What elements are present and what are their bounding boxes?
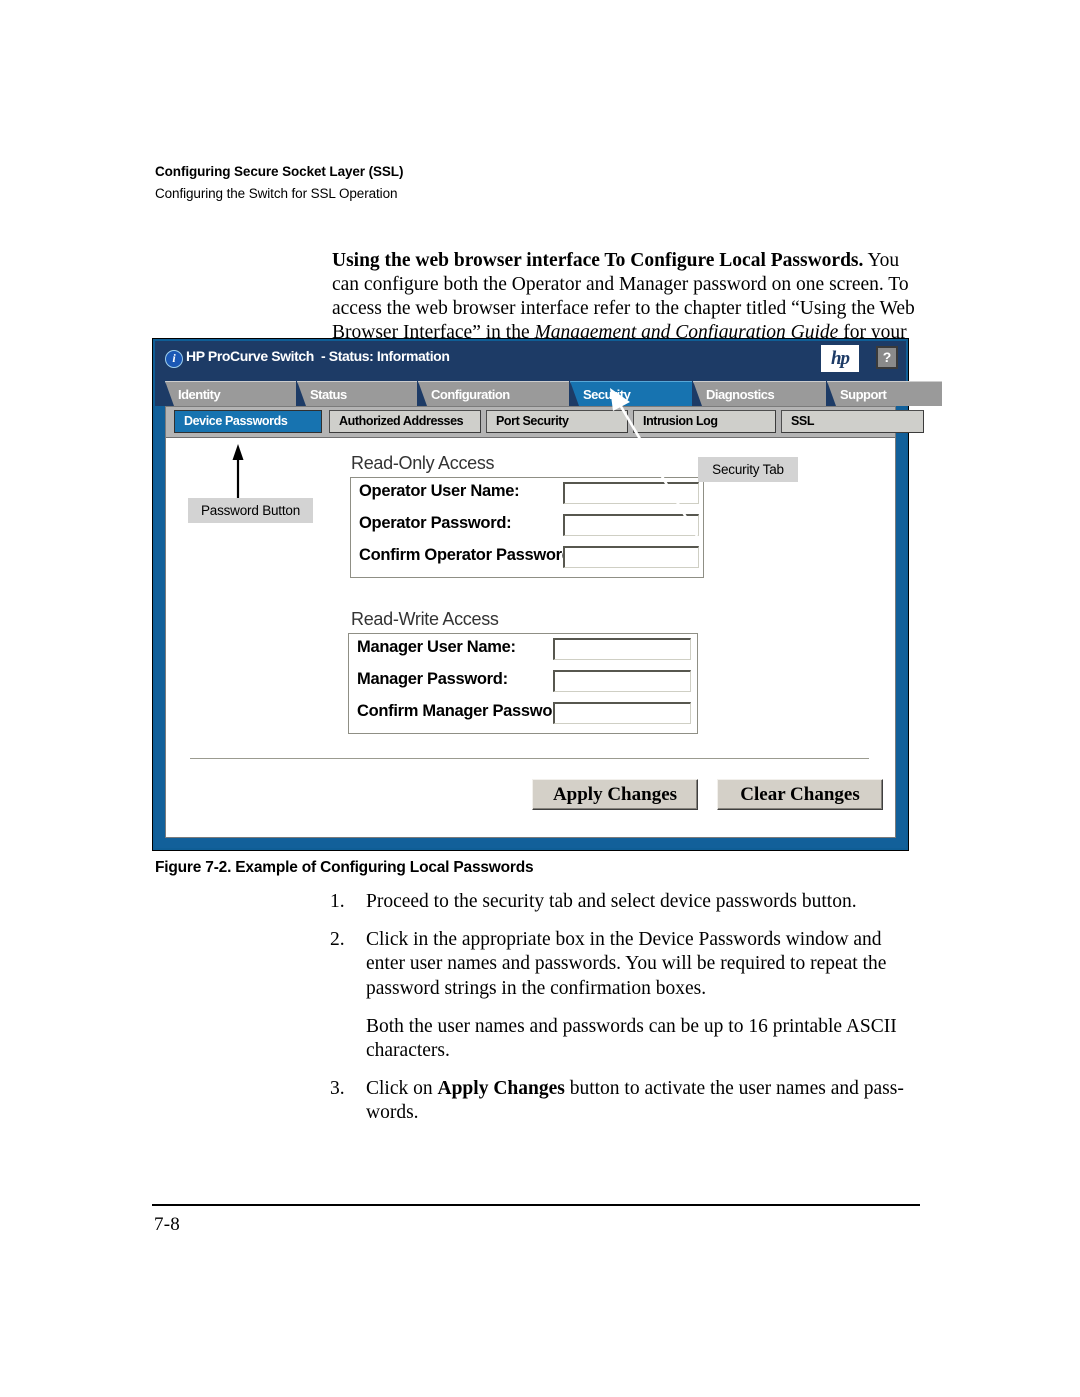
- main-tab-label: Diagnostics: [706, 387, 775, 402]
- input-confirm-operator-password[interactable]: [563, 546, 699, 568]
- main-tab-diagnostics[interactable]: Diagnostics: [693, 381, 826, 406]
- label-manager-password: Manager Password:: [357, 670, 508, 688]
- step-3: 3. Click on Apply Changes button to activ…: [330, 1077, 925, 1125]
- page-number: 7-8: [154, 1214, 180, 1235]
- step-text-pre: Click on: [366, 1078, 438, 1100]
- ui-screenshot-figure: i HP ProCurve Switch - Status: Informati…: [152, 338, 942, 851]
- subtab-label: Port Security: [496, 414, 569, 428]
- hp-logo-icon: hp: [821, 345, 859, 372]
- main-tab-label: Support: [840, 387, 887, 402]
- readwrite-fieldbox: Manager User Name: Manager Password: Con…: [348, 633, 698, 734]
- main-tab-security[interactable]: Security: [570, 381, 692, 406]
- field-row-confirm-manager-password: Confirm Manager Password:: [349, 698, 697, 730]
- step-text-emphasis: Apply Changes: [437, 1078, 565, 1100]
- step-paragraph: Click in the appropriate box in the Devi…: [366, 929, 887, 999]
- subtab-device-passwords[interactable]: Device Passwords: [174, 410, 322, 433]
- step-paragraph: Both the user names and passwords can be…: [366, 1015, 897, 1062]
- step-1: 1. Proceed to the security tab and select…: [330, 890, 925, 914]
- input-confirm-manager-password[interactable]: [553, 702, 691, 724]
- field-row-operator-password: Operator Password:: [351, 510, 703, 542]
- field-row-manager-password: Manager Password:: [349, 666, 697, 698]
- main-tab-status[interactable]: Status: [297, 381, 417, 406]
- readwrite-group-label: Read-Write Access: [351, 609, 499, 629]
- main-tab-configuration[interactable]: Configuration: [418, 381, 569, 406]
- step-paragraph: Proceed to the security tab and select d…: [366, 891, 857, 912]
- field-row-manager-username: Manager User Name:: [349, 634, 697, 666]
- procurve-web-window: i HP ProCurve Switch - Status: Informati…: [152, 338, 942, 851]
- label-operator-password: Operator Password:: [359, 514, 512, 532]
- action-divider: [190, 758, 869, 759]
- step-2: 2. Click in the appropriate box in the De…: [330, 928, 925, 1063]
- procedure-steps: 1. Proceed to the security tab and select…: [330, 890, 925, 1140]
- callout-password-button: Password Button: [188, 498, 313, 523]
- subtab-label: SSL: [791, 414, 815, 428]
- info-icon: i: [165, 350, 183, 368]
- main-tab-support[interactable]: Support: [827, 381, 942, 406]
- readonly-fieldbox: Operator User Name: Operator Password: C…: [350, 477, 704, 578]
- subtab-label: Authorized Addresses: [339, 414, 464, 428]
- status-text: - Status: Information: [321, 348, 450, 364]
- step-number: 1.: [330, 891, 345, 912]
- running-header-chapter: Configuring Secure Socket Layer (SSL): [155, 164, 404, 179]
- input-manager-password[interactable]: [553, 670, 691, 692]
- window-blue-frame: i HP ProCurve Switch - Status: Informati…: [155, 341, 942, 848]
- subtab-intrusion-log[interactable]: Intrusion Log: [633, 410, 776, 433]
- apply-changes-button[interactable]: Apply Changes: [532, 779, 698, 810]
- hp-logo-text: hp: [830, 348, 850, 369]
- readonly-group-label: Read-Only Access: [351, 453, 495, 473]
- main-tab-strip: Identity Status Configuration Security Diagn…: [155, 377, 942, 406]
- running-header-section: Configuring the Switch for SSL Operation: [155, 186, 398, 201]
- main-tab-label: Identity: [178, 387, 221, 402]
- intro-lead: Using the web browser interface To Confi…: [332, 249, 864, 271]
- callout-security-tab: Security Tab: [698, 457, 798, 482]
- subtab-authorized-addresses[interactable]: Authorized Addresses: [329, 410, 481, 433]
- label-operator-username: Operator User Name:: [359, 482, 520, 500]
- security-subtab-bar: Device Passwords Authorized Addresses Port…: [166, 407, 924, 438]
- field-row-confirm-operator-password: Confirm Operator Password:: [351, 542, 703, 574]
- window-titlebar: i HP ProCurve Switch - Status: Informati…: [155, 341, 906, 377]
- step-number: 3.: [330, 1078, 345, 1100]
- step-paragraph: Click on Apply Changes button to activat…: [366, 1077, 925, 1125]
- main-tab-label: Configuration: [431, 387, 510, 402]
- input-operator-password[interactable]: [563, 514, 699, 536]
- clear-changes-button[interactable]: Clear Changes: [717, 779, 883, 810]
- help-button[interactable]: ?: [876, 346, 898, 369]
- main-tab-identity[interactable]: Identity: [165, 381, 296, 406]
- label-manager-username: Manager User Name:: [357, 638, 516, 656]
- input-manager-username[interactable]: [553, 638, 691, 660]
- main-tab-label: Security: [583, 387, 631, 402]
- input-operator-username[interactable]: [563, 482, 699, 504]
- subtab-port-security[interactable]: Port Security: [486, 410, 628, 433]
- subtab-label: Intrusion Log: [643, 414, 718, 428]
- label-confirm-operator-password: Confirm Operator Password:: [359, 546, 577, 564]
- footer-rule: [152, 1204, 920, 1206]
- app-title: HP ProCurve Switch: [186, 348, 314, 364]
- label-confirm-manager-password: Confirm Manager Password:: [357, 702, 574, 720]
- running-header: Configuring Secure Socket Layer (SSL) Co…: [155, 163, 855, 203]
- subtab-ssl[interactable]: SSL: [781, 410, 924, 433]
- main-tab-label: Status: [310, 387, 347, 402]
- figure-caption: Figure 7-2. Example of Configuring Local…: [155, 859, 534, 876]
- step-number: 2.: [330, 929, 345, 951]
- subtab-label: Device Passwords: [184, 414, 288, 428]
- field-row-operator-username: Operator User Name:: [351, 478, 703, 510]
